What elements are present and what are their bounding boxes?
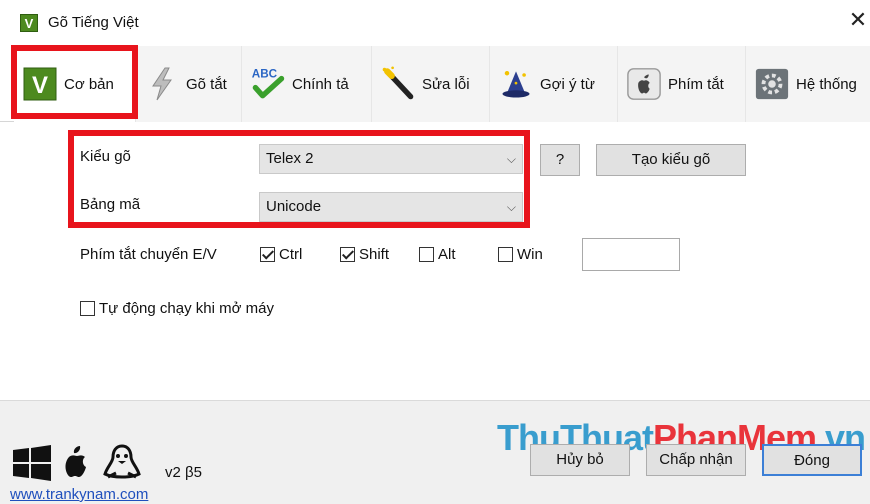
- system-gear-icon: [754, 66, 790, 102]
- lightning-icon: [144, 66, 180, 102]
- switch-shortcut-label: Phím tắt chuyển E/V: [80, 246, 217, 263]
- close-dialog-button[interactable]: Đóng: [762, 444, 862, 476]
- checkbox-label: Alt: [438, 246, 456, 263]
- accept-button[interactable]: Chấp nhận: [646, 444, 746, 476]
- tab-sua-loi[interactable]: Sửa lỗi: [372, 46, 490, 122]
- checkbox-box: [80, 301, 95, 316]
- help-button[interactable]: ?: [540, 144, 580, 176]
- wizard-hat-icon: [498, 66, 534, 102]
- cancel-button[interactable]: Hủy bỏ: [530, 444, 630, 476]
- checkbox-label: Tự động chạy khi mở máy: [99, 300, 274, 317]
- tab-label: Phím tắt: [668, 75, 724, 93]
- website-link[interactable]: www.trankynam.com: [10, 486, 148, 503]
- autostart-checkbox[interactable]: Tự động chạy khi mở máy: [80, 300, 274, 317]
- tab-label: Chính tả: [292, 75, 349, 93]
- tab-label: Gõ tắt: [186, 75, 227, 93]
- checkbox-box: [419, 247, 434, 262]
- os-icons: [12, 444, 142, 486]
- checkbox-box: [340, 247, 355, 262]
- alt-checkbox[interactable]: Alt: [419, 246, 456, 263]
- tab-label: Sửa lỗi: [422, 75, 470, 93]
- highlight-box-tab: [11, 45, 138, 119]
- version-label: v2 β5: [165, 464, 202, 481]
- svg-text:ABC: ABC: [252, 68, 278, 81]
- tab-he-thong[interactable]: Hệ thống: [746, 46, 870, 122]
- title-bar: V Gõ Tiếng Việt ✕: [0, 0, 870, 46]
- win-checkbox[interactable]: Win: [498, 246, 543, 263]
- checkbox-box: [260, 247, 275, 262]
- switch-key-field[interactable]: [582, 238, 680, 271]
- close-button[interactable]: ✕: [846, 10, 870, 34]
- window-title: Gõ Tiếng Việt: [48, 14, 139, 31]
- magic-wand-icon: [380, 66, 416, 102]
- apple-key-icon: [626, 66, 662, 102]
- create-method-button[interactable]: Tạo kiểu gõ: [596, 144, 746, 176]
- app-logo-icon: V: [20, 14, 38, 32]
- checkbox-label: Ctrl: [279, 246, 303, 263]
- checkbox-label: Shift: [359, 246, 390, 263]
- apple-icon: [60, 444, 94, 486]
- linux-tux-icon: [102, 444, 142, 486]
- ctrl-checkbox[interactable]: Ctrl: [260, 246, 302, 263]
- highlight-box-form: [68, 130, 530, 228]
- tab-go-tat[interactable]: Gõ tắt: [136, 46, 242, 122]
- checkbox-label: Win: [517, 246, 543, 263]
- tab-label: Hệ thống: [796, 75, 857, 93]
- checkbox-box: [498, 247, 513, 262]
- tab-chinh-ta[interactable]: ABC Chính tả: [242, 46, 372, 122]
- shift-checkbox[interactable]: Shift: [340, 246, 389, 263]
- tab-goi-y-tu[interactable]: Gợi ý từ: [490, 46, 618, 122]
- footer: ThuThuatPhanMem.vn v2 β5 www.trankynam.c…: [0, 400, 870, 504]
- tab-label: Gợi ý từ: [540, 75, 595, 93]
- windows-icon: [12, 444, 52, 486]
- tab-phim-tat[interactable]: Phím tắt: [618, 46, 746, 122]
- abc-check-icon: ABC: [250, 66, 286, 102]
